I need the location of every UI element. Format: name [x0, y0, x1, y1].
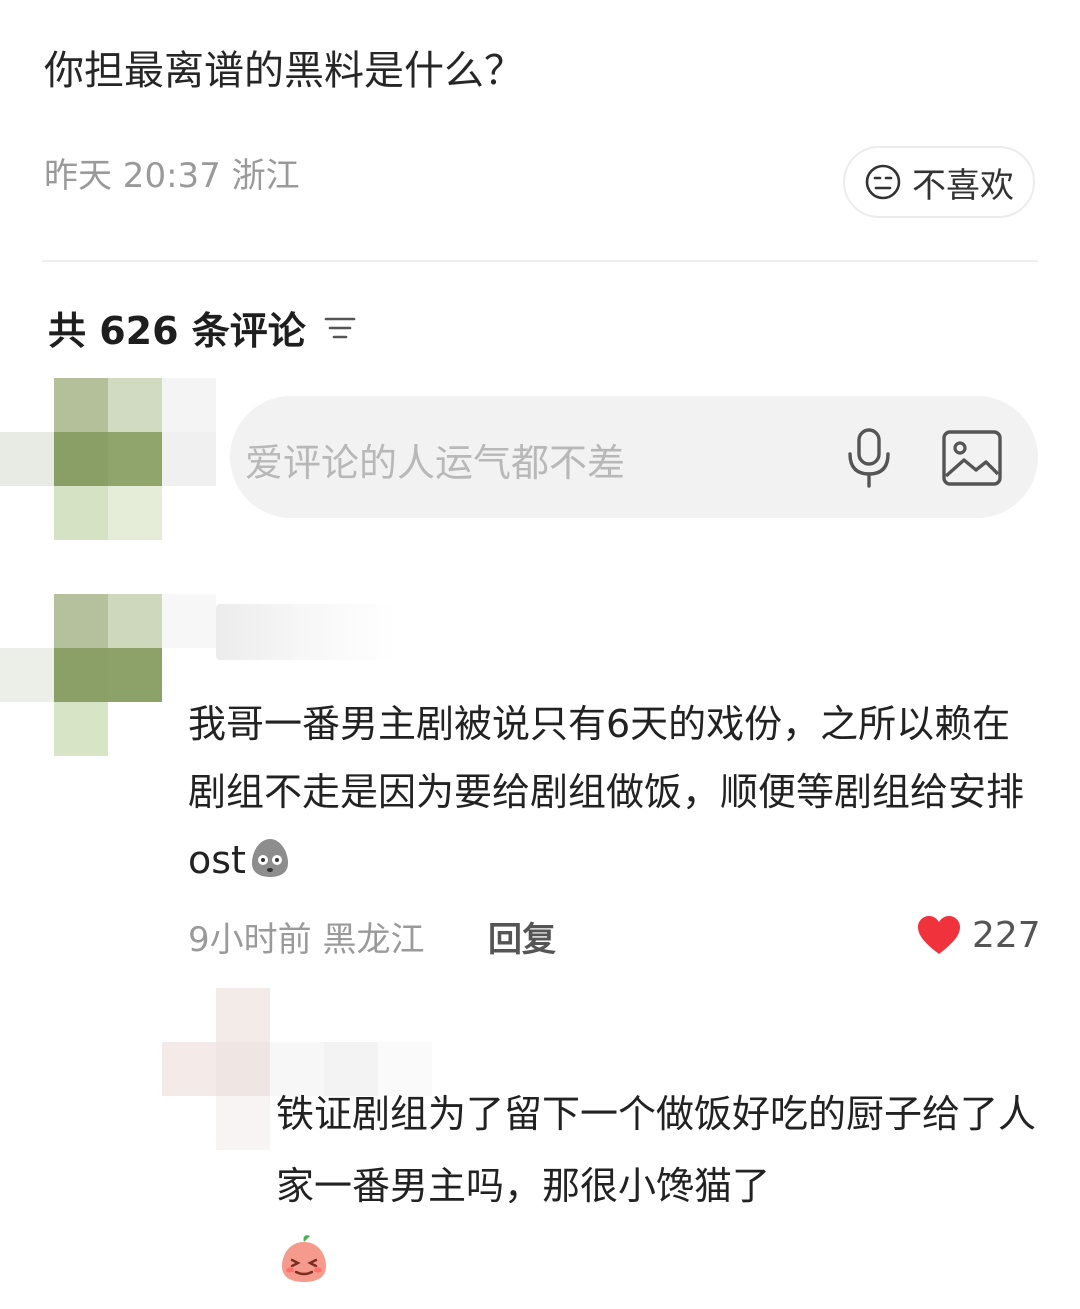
commenter-name-blurred: [216, 604, 396, 660]
sticker-emoji-icon: [251, 839, 288, 877]
post-meta: 昨天 20:37 浙江: [44, 156, 300, 196]
like-count: 227: [972, 914, 1041, 956]
divider: [42, 260, 1038, 262]
dislike-button[interactable]: 不喜欢: [843, 146, 1035, 218]
sort-icon[interactable]: [324, 314, 356, 342]
post-title: 你担最离谱的黑料是什么？: [44, 48, 524, 94]
comment-body: 我哥一番男主剧被说只有6天的戏份，之所以赖在剧组不走是因为要给剧组做饭，顺便等剧…: [188, 702, 1025, 882]
image-icon[interactable]: [940, 428, 1004, 488]
like-button[interactable]: 227: [916, 914, 1041, 956]
reply-button[interactable]: 回复: [488, 912, 556, 961]
reply-text: 铁证剧组为了留下一个做饭好吃的厨子给了人家一番男主吗，那很小馋猫了: [276, 1078, 1066, 1309]
comment-count: 共 626 条评论: [48, 309, 306, 353]
heart-icon: [918, 916, 960, 954]
comment-meta: 9小时前 黑龙江: [188, 920, 425, 960]
neutral-face-icon: [865, 164, 901, 200]
current-user-avatar: [0, 378, 216, 540]
comment-text: 我哥一番男主剧被说只有6天的戏份，之所以赖在剧组不走是因为要给剧组做饭，顺便等剧…: [188, 690, 1048, 894]
commenter-avatar[interactable]: [0, 594, 216, 756]
comment-input-placeholder: 爱评论的人运气都不差: [245, 441, 626, 485]
dislike-label: 不喜欢: [912, 165, 1014, 206]
comment-count-header: 共 626 条评论: [48, 300, 356, 355]
reply-body: 铁证剧组为了留下一个做饭好吃的厨子给了人家一番男主吗，那很小馋猫了: [276, 1092, 1037, 1208]
blushing-sticker-icon: [282, 1235, 326, 1282]
microphone-icon[interactable]: [842, 426, 896, 490]
